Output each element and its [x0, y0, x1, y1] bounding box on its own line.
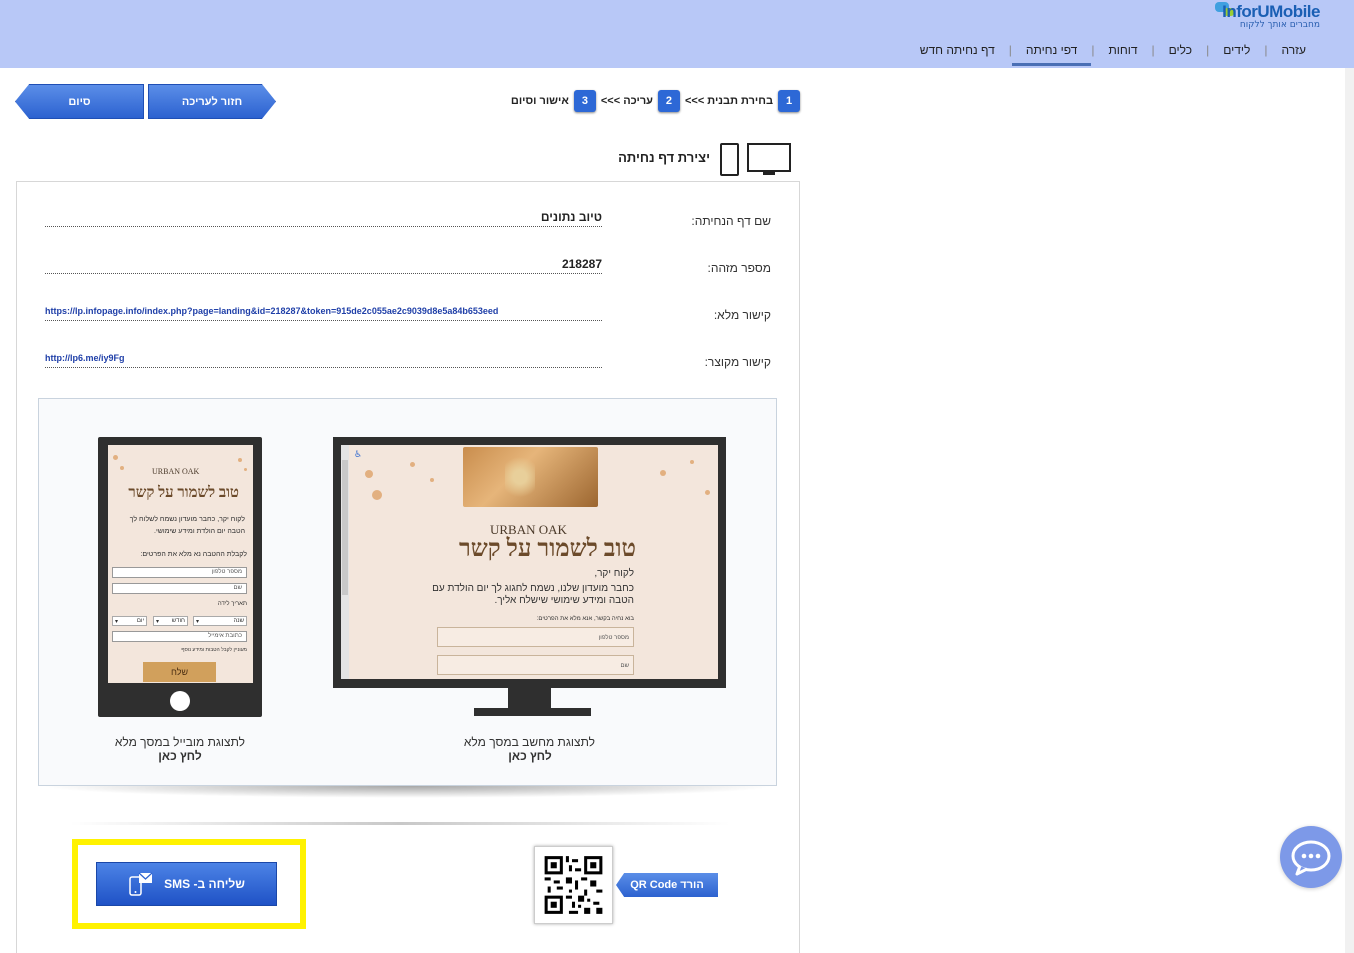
full-link-label: קישור מלא: [713, 308, 771, 322]
desktop-fullscreen-link[interactable]: לחץ כאן [465, 749, 595, 763]
year-select-label: שנה [233, 618, 244, 624]
dotted-divider [45, 320, 602, 321]
confetti [244, 468, 247, 471]
nav-reports[interactable]: דוחות [1094, 40, 1151, 66]
desktop-prompt: בוא נחיה בקשר, אנא מלא את הפרטים: [536, 616, 634, 622]
mobile-brand: URBAN OAK [152, 467, 200, 476]
qr-code-icon [535, 847, 612, 923]
mobile-caption-text: לתצוגת מובייל במסך מלא [114, 735, 245, 749]
nav-new-landing-page[interactable]: דף נחיתה חדש [906, 40, 1009, 66]
chevron-down-icon: ▾ [115, 618, 119, 625]
confetti [365, 470, 373, 478]
year-select: שנה ▾ [193, 616, 247, 626]
gift-ribbon [505, 447, 535, 507]
step-1-label: בחירת תבנית >>> [684, 95, 773, 107]
mobile-home-button [170, 691, 190, 711]
mobile-birthday-label: תאריך לידה [217, 601, 247, 607]
mobile-submit-button: שלח [143, 662, 216, 682]
confetti [705, 490, 710, 495]
desktop-phone-input: מספר טלפון [437, 627, 634, 647]
desktop-body-line2: הטבה ומידע שימושי שישלח אליך. [494, 595, 634, 606]
dotted-divider [45, 273, 602, 274]
dotted-divider [45, 226, 602, 227]
step-3-label: אישור וסיום [510, 95, 569, 107]
desktop-body-line1: כחבר מועדון שלנו, נשמח לחגוג לך יום הולד… [432, 583, 634, 594]
mobile-prompt: לקבלת ההטבה נא מלא את הפרטים: [140, 551, 247, 558]
month-select-label: חודש [171, 618, 185, 624]
page-title: יצירת דף נחיתה [618, 150, 710, 165]
confetti [120, 466, 124, 470]
mobile-body-line1: לקוח יקר, כחבר מועדון נשמח לשלוח לך [129, 516, 245, 523]
dotted-divider [45, 367, 602, 368]
month-select: חודש ▾ [153, 616, 188, 626]
day-select: יום ▾ [112, 616, 147, 626]
download-qr-button[interactable]: הורד QR Code [616, 873, 718, 897]
id-value: 218287 [561, 257, 602, 271]
desktop-preview-scroll-thumb [342, 460, 348, 595]
chevron-down-icon: ▾ [156, 618, 160, 625]
send-sms-button[interactable]: שליחה ב- SMS [96, 862, 277, 906]
step-2-number: 2 [657, 90, 680, 112]
short-link[interactable]: http://lp6.me/iy9Fg [45, 353, 125, 363]
desktop-preview-neck [508, 688, 551, 708]
step-3-number: 3 [573, 90, 596, 112]
mobile-icon [720, 143, 739, 176]
mobile-body-line2: הטבה יום הולדת ומידע שימושי. [154, 528, 245, 535]
main-nav: דף נחיתה חדש | דפי נחיתה | דוחות | כלים … [906, 40, 1320, 66]
back-to-edit-button[interactable]: חזור לעריכה [148, 84, 276, 119]
mobile-message-icon [128, 872, 154, 896]
logo-text: InforUMobile [1222, 2, 1320, 21]
desktop-name-input: שם [437, 655, 634, 675]
mobile-fullscreen-link[interactable]: לחץ כאן [115, 749, 245, 763]
name-value: טיוב נתונים [540, 210, 602, 224]
confetti [690, 460, 694, 464]
step-2-label: עריכה >>> [600, 95, 653, 107]
qr-code-image [534, 846, 613, 924]
short-link-label: קישור מקוצר: [704, 355, 771, 369]
confetti [660, 470, 666, 476]
id-label: מספר מזהה: [707, 261, 772, 275]
send-sms-label: שליחה ב- SMS [164, 877, 245, 891]
mobile-preview-caption[interactable]: לתצוגת מובייל במסך מלא לחץ כאן [115, 735, 245, 763]
accessibility-icon[interactable]: ♿ [354, 450, 362, 460]
day-select-label: יום [136, 618, 144, 624]
page-scrollbar[interactable] [1345, 68, 1354, 953]
confetti [238, 458, 242, 462]
nav-tools[interactable]: כלים [1155, 40, 1206, 66]
wizard-steps: 1 בחירת תבנית >>> 2 עריכה >>> 3 אישור וס… [506, 90, 800, 112]
desktop-icon [747, 143, 791, 172]
desktop-preview-base [474, 708, 591, 716]
logo[interactable]: InforUMobile מחברים אותך ללקוח [1222, 2, 1320, 30]
desktop-caption-text: לתצוגת מחשב במסך מלא [463, 735, 595, 749]
mobile-phone-input: מספר טלפון [112, 567, 247, 578]
mobile-hero-title: טוב לשמור על קשר [128, 485, 239, 501]
confetti [113, 455, 118, 460]
step-1-number: 1 [778, 90, 800, 112]
mobile-name-input: שם [112, 583, 247, 594]
name-label: שם דף הנחיתה: [691, 214, 771, 228]
full-link[interactable]: https://lp.infopage.info/index.php?page=… [45, 306, 498, 316]
chat-button[interactable] [1280, 826, 1342, 888]
preview-shadow [40, 786, 776, 798]
chevron-down-icon: ▾ [196, 618, 200, 625]
chat-icon [1291, 840, 1331, 876]
nav-leads[interactable]: לידים [1209, 40, 1264, 66]
confetti [430, 478, 434, 482]
desktop-icon-stand [763, 172, 775, 175]
nav-help[interactable]: עזרה [1267, 40, 1320, 66]
section-divider [70, 822, 730, 825]
mobile-email-input: כתובת אימייל [112, 631, 247, 642]
desktop-preview-caption[interactable]: לתצוגת מחשב במסך מלא לחץ כאן [463, 735, 595, 763]
mobile-consent: מעוניין לקבל הטבות ומידע נוסף [181, 647, 247, 653]
finish-button[interactable]: סיום [15, 84, 144, 119]
confetti [372, 490, 382, 500]
desktop-greeting: לקוח יקר, [594, 568, 634, 579]
desktop-hero-title: טוב לשמור על קשר [458, 536, 636, 562]
confetti [410, 462, 415, 467]
top-header: InforUMobile מחברים אותך ללקוח דף נחיתה … [0, 0, 1354, 68]
nav-landing-pages[interactable]: דפי נחיתה [1011, 40, 1092, 66]
